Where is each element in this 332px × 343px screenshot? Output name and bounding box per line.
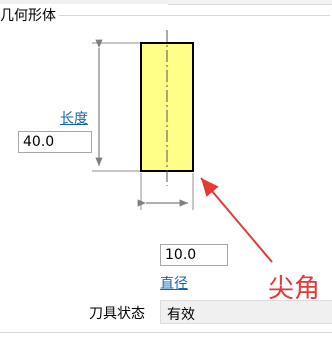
bottom-divider	[0, 332, 332, 333]
diameter-label-link[interactable]: 直径	[160, 273, 188, 293]
group-title: 几何形体	[0, 5, 59, 25]
tool-state-label: 刀具状态	[89, 306, 145, 322]
tool-state-select[interactable]: 有效	[160, 300, 332, 324]
length-field[interactable]: 40.0	[18, 131, 92, 153]
length-label-link[interactable]: 长度	[60, 108, 88, 128]
diameter-field[interactable]: 10.0	[160, 244, 228, 266]
